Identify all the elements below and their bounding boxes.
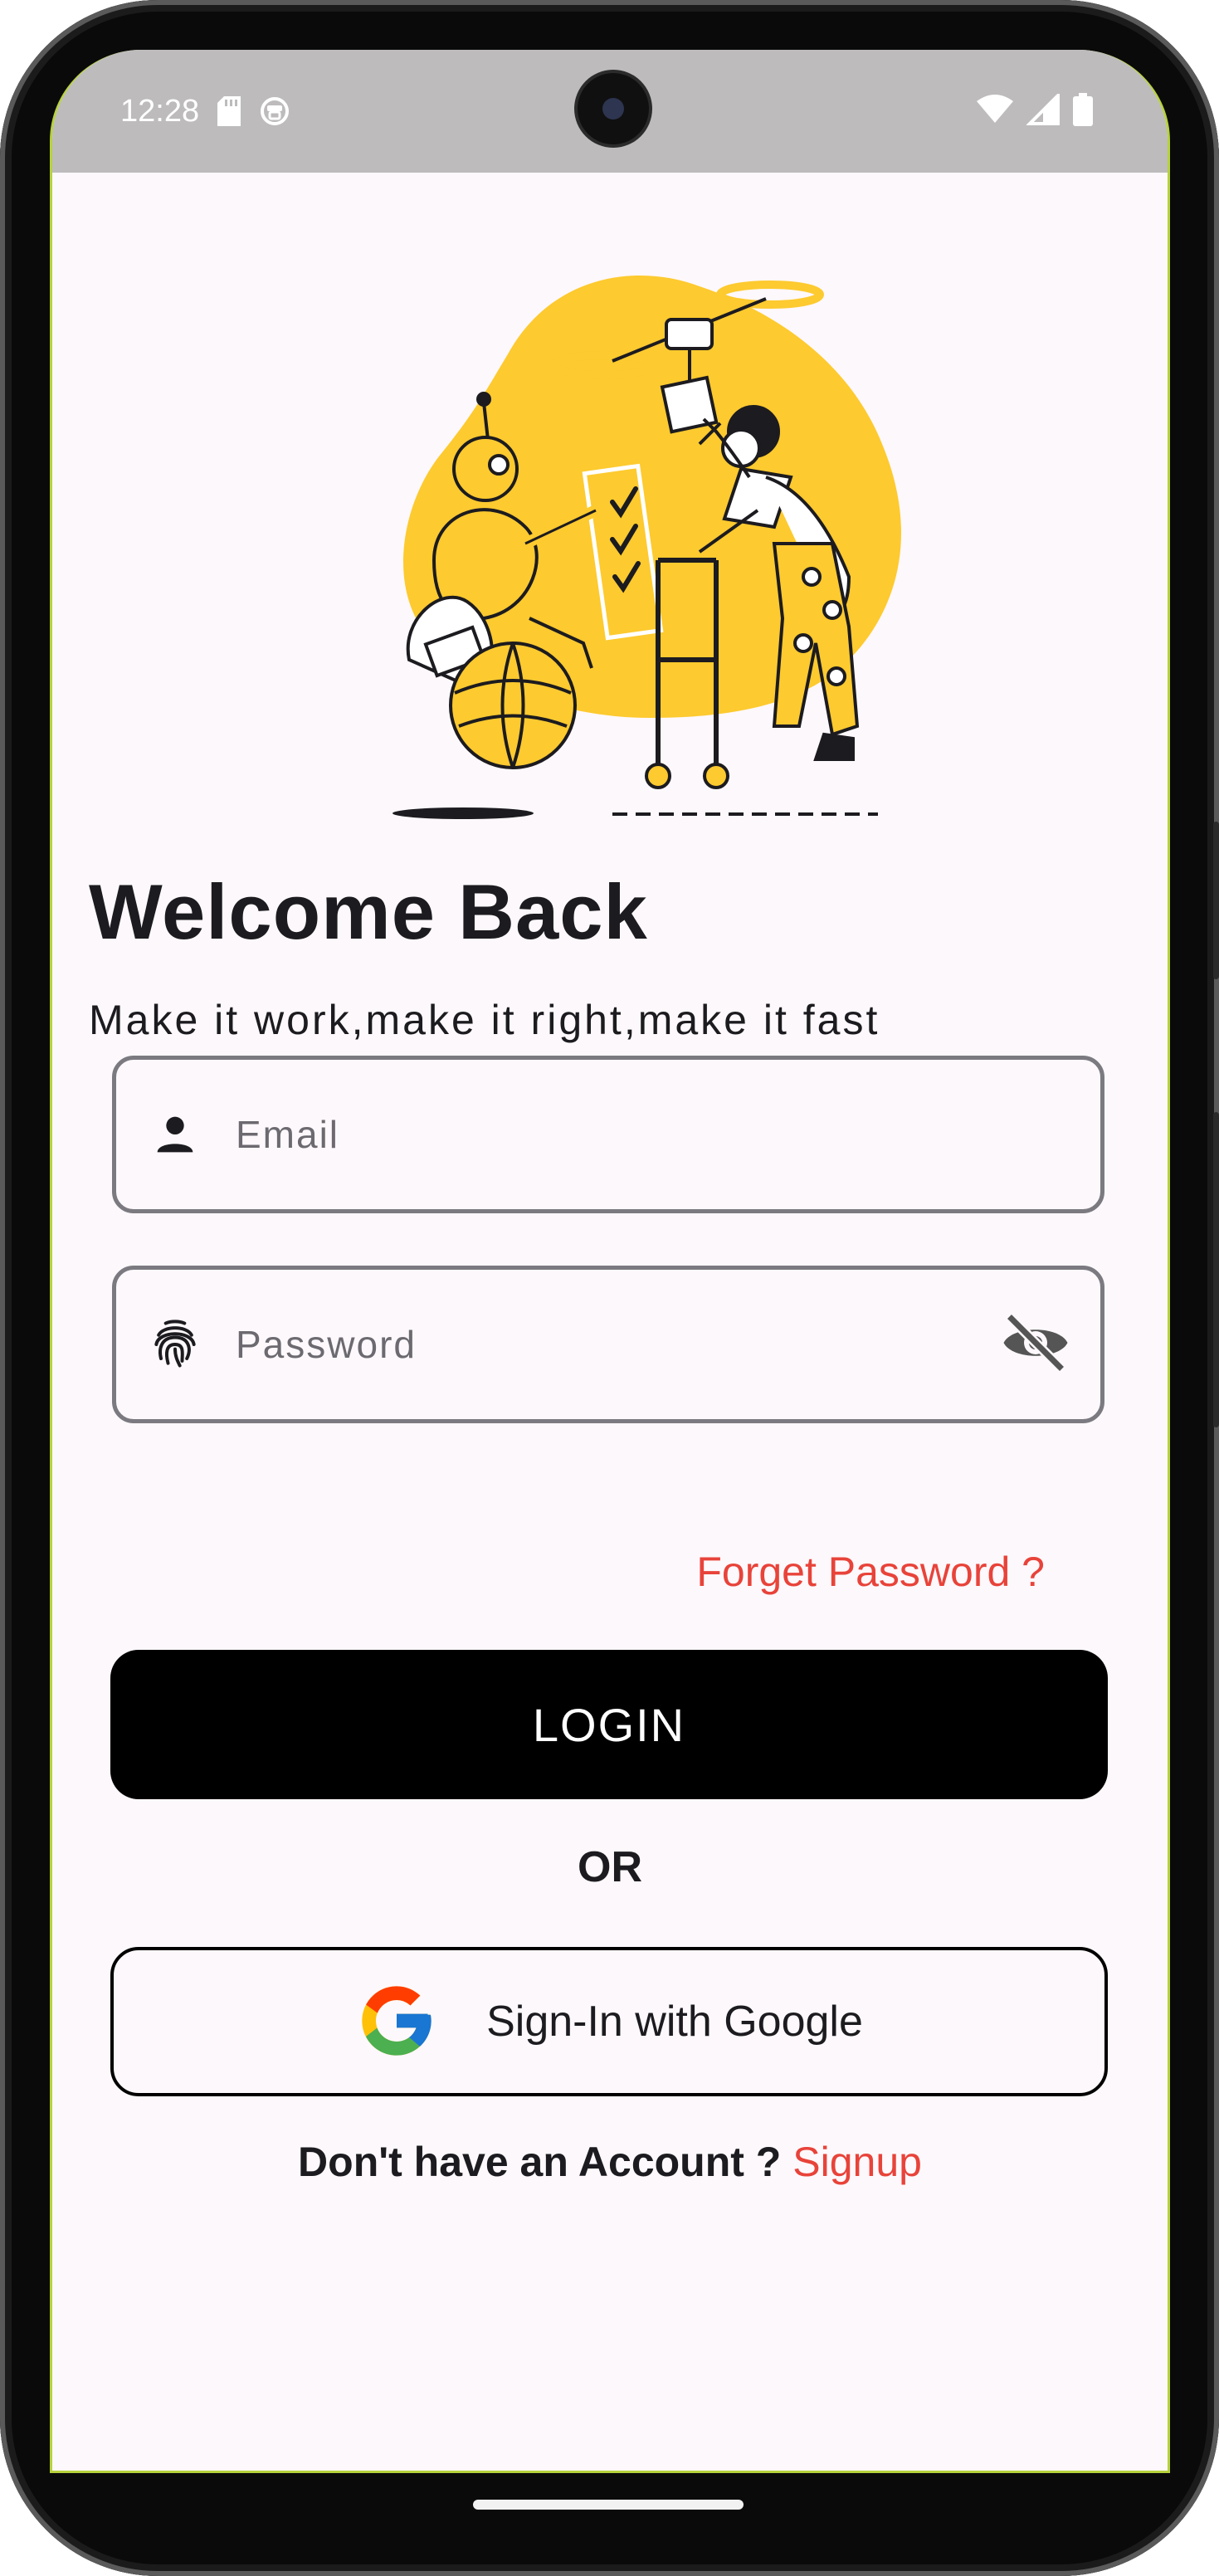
front-camera	[578, 73, 649, 144]
power-button	[1213, 1112, 1219, 1427]
google-signin-label: Sign-In with Google	[486, 1998, 863, 2046]
person-icon	[146, 1105, 204, 1164]
or-divider: OR	[578, 1843, 642, 1891]
forget-password-link[interactable]: Forget Password ?	[696, 1548, 1045, 1596]
app-notification-icon	[259, 95, 290, 127]
phone-frame: 12:28 Welcome Back Make it work,make it …	[0, 0, 1219, 2576]
signup-prompt-text: Don't have an Account ?	[298, 2139, 793, 2185]
wifi-icon	[977, 94, 1013, 129]
cellular-signal-icon	[1026, 90, 1060, 129]
fingerprint-icon	[146, 1315, 204, 1373]
password-input[interactable]	[236, 1322, 916, 1367]
google-signin-button[interactable]: Sign-In with Google	[110, 1947, 1108, 2096]
battery-icon	[1073, 92, 1093, 130]
home-indicator[interactable]	[473, 2500, 744, 2510]
google-icon	[355, 1979, 438, 2065]
welcome-illustration	[393, 275, 901, 819]
app-screen: 12:28 Welcome Back Make it work,make it …	[50, 50, 1170, 2473]
signup-link[interactable]: Signup	[792, 2139, 922, 2185]
volume-button	[1213, 822, 1219, 979]
sd-card-icon	[217, 96, 241, 126]
signup-prompt: Don't have an Account ? Signup	[52, 2138, 1168, 2186]
login-button[interactable]: LOGIN	[110, 1650, 1108, 1799]
status-time: 12:28	[120, 93, 200, 129]
email-field[interactable]	[112, 1056, 1104, 1213]
page-subtitle: Make it work,make it right,make it fast	[89, 997, 880, 1043]
visibility-off-icon[interactable]	[1001, 1308, 1070, 1382]
password-field[interactable]	[112, 1266, 1104, 1423]
page-title: Welcome Back	[89, 868, 648, 955]
email-input[interactable]	[236, 1112, 916, 1157]
